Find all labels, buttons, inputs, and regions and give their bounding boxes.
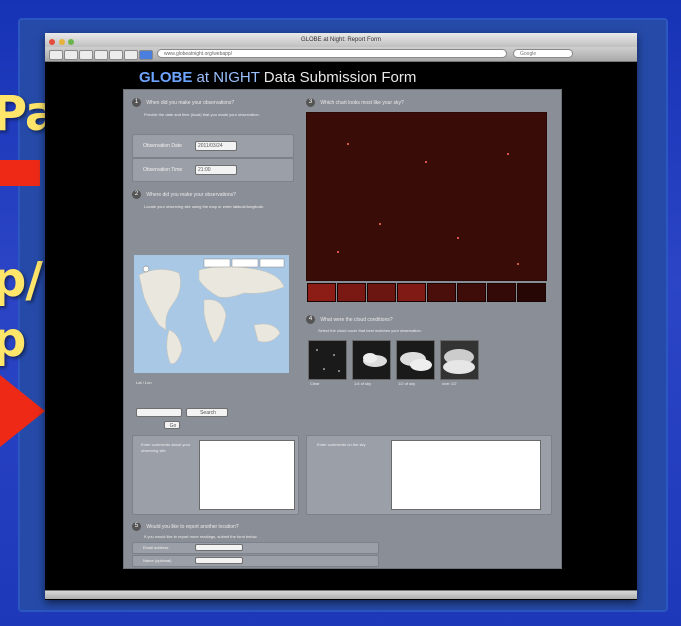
- magnitude-chart-8[interactable]: [517, 283, 546, 302]
- globe-logo: GLOBE: [139, 69, 193, 86]
- submission-form: 1 When did you make your observations? P…: [123, 89, 562, 569]
- go-button[interactable]: Go: [164, 421, 180, 429]
- red-arrow-icon: [0, 375, 45, 447]
- cloud-label-quarter: 1/4 of sky: [354, 381, 372, 386]
- time-input[interactable]: 21:00: [195, 165, 237, 175]
- cloud-option-clear[interactable]: [308, 340, 347, 380]
- section3-heading: 3 Which chart looks most like your sky?: [306, 98, 404, 107]
- section4-title: What were the cloud conditions?: [320, 316, 393, 323]
- section1-number: 1: [132, 98, 141, 107]
- sky-comments-box: Enter comments on the sky: [306, 435, 552, 515]
- red-bar: [0, 160, 40, 186]
- star-dot: [507, 153, 509, 155]
- form-heading: Data Submission Form: [263, 69, 417, 86]
- cloud-label-half: 1/2 of sky: [398, 381, 416, 386]
- section2-help: Locate your observing site using the map…: [144, 204, 265, 209]
- map-search-button[interactable]: Search: [186, 408, 228, 417]
- email-input[interactable]: [195, 544, 243, 551]
- cloud-label-clear: Clear: [310, 381, 320, 386]
- browser-toolbar: www.globeatnight.org/webapp/ Google: [45, 47, 637, 62]
- cloud-option-quarter[interactable]: [352, 340, 391, 380]
- name-row: Name (optional): [132, 555, 379, 567]
- browser-window: GLOBE at Night: Report Form www.globeatn…: [45, 33, 637, 600]
- star-dot: [347, 143, 349, 145]
- sky-chart[interactable]: [306, 112, 547, 281]
- section2-heading: 2 Where did you make your observations?: [132, 190, 236, 199]
- browser-titlebar: GLOBE at Night: Report Form: [45, 33, 637, 47]
- forward-button[interactable]: [64, 50, 78, 60]
- magnitude-chart-2[interactable]: [337, 283, 366, 302]
- section1-heading: 1 When did you make your observations?: [132, 98, 234, 107]
- cloud-label-over-half: over 1/2: [442, 381, 457, 386]
- star-dot: [457, 237, 459, 239]
- url-input[interactable]: www.globeatnight.org/webapp/: [157, 49, 507, 58]
- section3-number: 3: [306, 98, 315, 107]
- magnitude-chart-3[interactable]: [367, 283, 396, 302]
- date-label: Observation Date: [143, 143, 182, 149]
- zoom-window-icon[interactable]: [68, 39, 75, 45]
- section4-help: Select the cloud cover that best matches…: [318, 328, 422, 333]
- slide-side-text-3: p: [0, 312, 26, 368]
- email-label: Email address: [143, 545, 169, 550]
- section5-help: If you would like to report more reading…: [144, 534, 258, 539]
- horizontal-scrollbar[interactable]: [45, 590, 637, 599]
- name-input[interactable]: [195, 557, 243, 564]
- section5-title: Would you like to report another locatio…: [146, 523, 239, 530]
- section2-number: 2: [132, 190, 141, 199]
- magnitude-chart-7[interactable]: [487, 283, 516, 302]
- magnitude-chart-1[interactable]: [307, 283, 336, 302]
- close-window-icon[interactable]: [49, 39, 55, 45]
- site-comments-textarea[interactable]: [199, 440, 295, 510]
- page-title: GLOBE at NIGHT Data Submission Form: [139, 69, 416, 86]
- magnitude-chart-4[interactable]: [397, 283, 426, 302]
- magnitude-chart-5[interactable]: [427, 283, 456, 302]
- map-search-input[interactable]: [136, 408, 182, 417]
- back-button[interactable]: [49, 50, 63, 60]
- bookmarks-button[interactable]: [109, 50, 123, 60]
- cloud-option-over-half[interactable]: [440, 340, 479, 380]
- history-button[interactable]: [124, 50, 138, 60]
- home-button[interactable]: [94, 50, 108, 60]
- minimize-window-icon[interactable]: [58, 39, 65, 45]
- time-row: Observation Time 21:00: [132, 158, 294, 182]
- section1-title: When did you make your observations?: [146, 99, 235, 106]
- favicon-icon: [139, 50, 153, 60]
- section4-number: 4: [306, 315, 315, 324]
- section4-heading: 4 What were the cloud conditions?: [306, 315, 393, 324]
- star-dot: [517, 263, 519, 265]
- slide-side-text-2: p/: [0, 252, 43, 308]
- site-comments-label: Enter comments about your observing site: [141, 442, 191, 453]
- date-row: Observation Date 2011/03/24: [132, 134, 294, 158]
- coords-label: Lat / Lon: [136, 380, 152, 385]
- date-input[interactable]: 2011/03/24: [195, 141, 237, 151]
- browser-title: GLOBE at Night: Report Form: [300, 37, 382, 43]
- name-label: Name (optional): [143, 558, 172, 563]
- reload-button[interactable]: [79, 50, 93, 60]
- section2-title: Where did you make your observations?: [146, 191, 236, 198]
- sky-comments-label: Enter comments on the sky: [317, 442, 366, 447]
- site-comments-box: Enter comments about your observing site: [132, 435, 299, 515]
- sky-comments-textarea[interactable]: [391, 440, 541, 510]
- time-label: Observation Time: [143, 167, 183, 173]
- search-input[interactable]: Google: [513, 49, 573, 58]
- section1-help: Provide the date and time (local) that y…: [144, 112, 260, 117]
- cloud-option-half[interactable]: [396, 340, 435, 380]
- magnitude-chart-6[interactable]: [457, 283, 486, 302]
- email-row: Email address: [132, 542, 379, 554]
- section5-heading: 5 Would you like to report another locat…: [132, 522, 239, 531]
- section3-title: Which chart looks most like your sky?: [320, 99, 404, 106]
- world-map[interactable]: [134, 255, 289, 373]
- section5-number: 5: [132, 522, 141, 531]
- star-dot: [379, 223, 381, 225]
- at-night-logo: at NIGHT: [196, 69, 260, 86]
- star-dot: [337, 251, 339, 253]
- star-dot: [425, 161, 427, 163]
